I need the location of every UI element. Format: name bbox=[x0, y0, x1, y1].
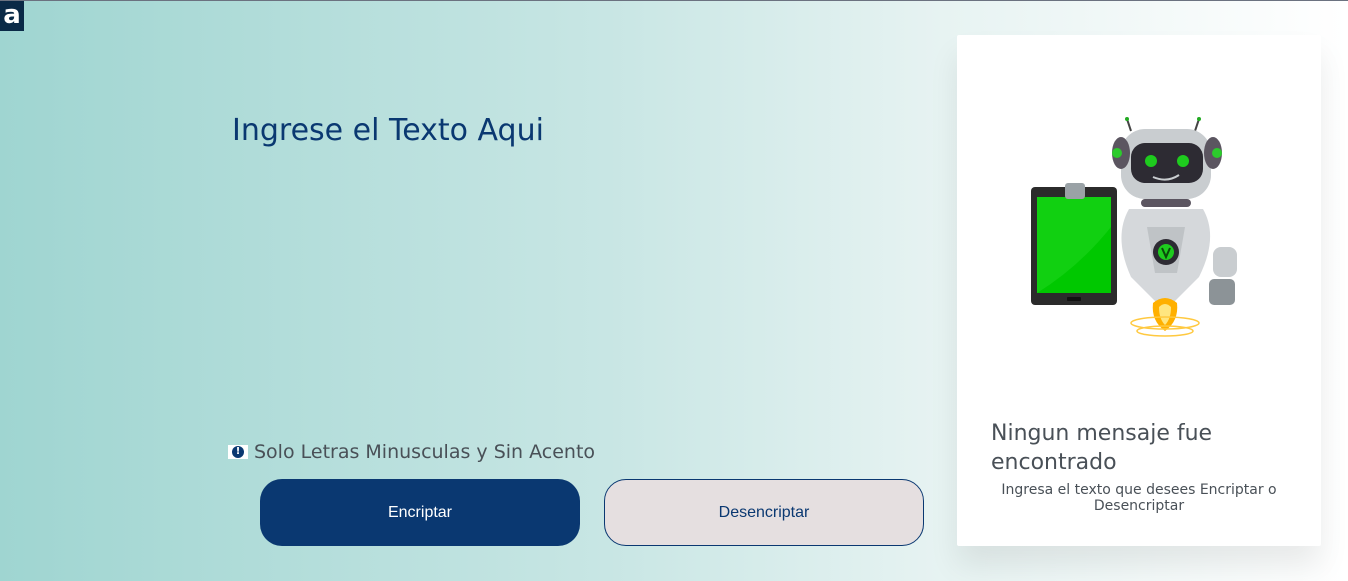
empty-state-title: Ningun mensaje fue encontrado bbox=[991, 421, 1213, 475]
robot-illustration bbox=[1031, 117, 1237, 337]
text-input[interactable] bbox=[228, 109, 908, 409]
output-panel: Ningun mensaje fue encontrado Ingresa el… bbox=[957, 35, 1321, 546]
decrypt-button[interactable]: Desencriptar bbox=[604, 479, 924, 546]
hint-text: Solo Letras Minusculas y Sin Acento bbox=[254, 441, 596, 463]
exclamation-circle-icon: ! bbox=[228, 445, 248, 459]
empty-state-subtitle: Ingresa el texto que desees Encriptar o … bbox=[1001, 482, 1277, 514]
encrypt-button[interactable]: Encriptar bbox=[260, 479, 580, 546]
input-hint: ! Solo Letras Minusculas y Sin Acento bbox=[228, 441, 595, 463]
logo[interactable]: a bbox=[0, 1, 24, 31]
